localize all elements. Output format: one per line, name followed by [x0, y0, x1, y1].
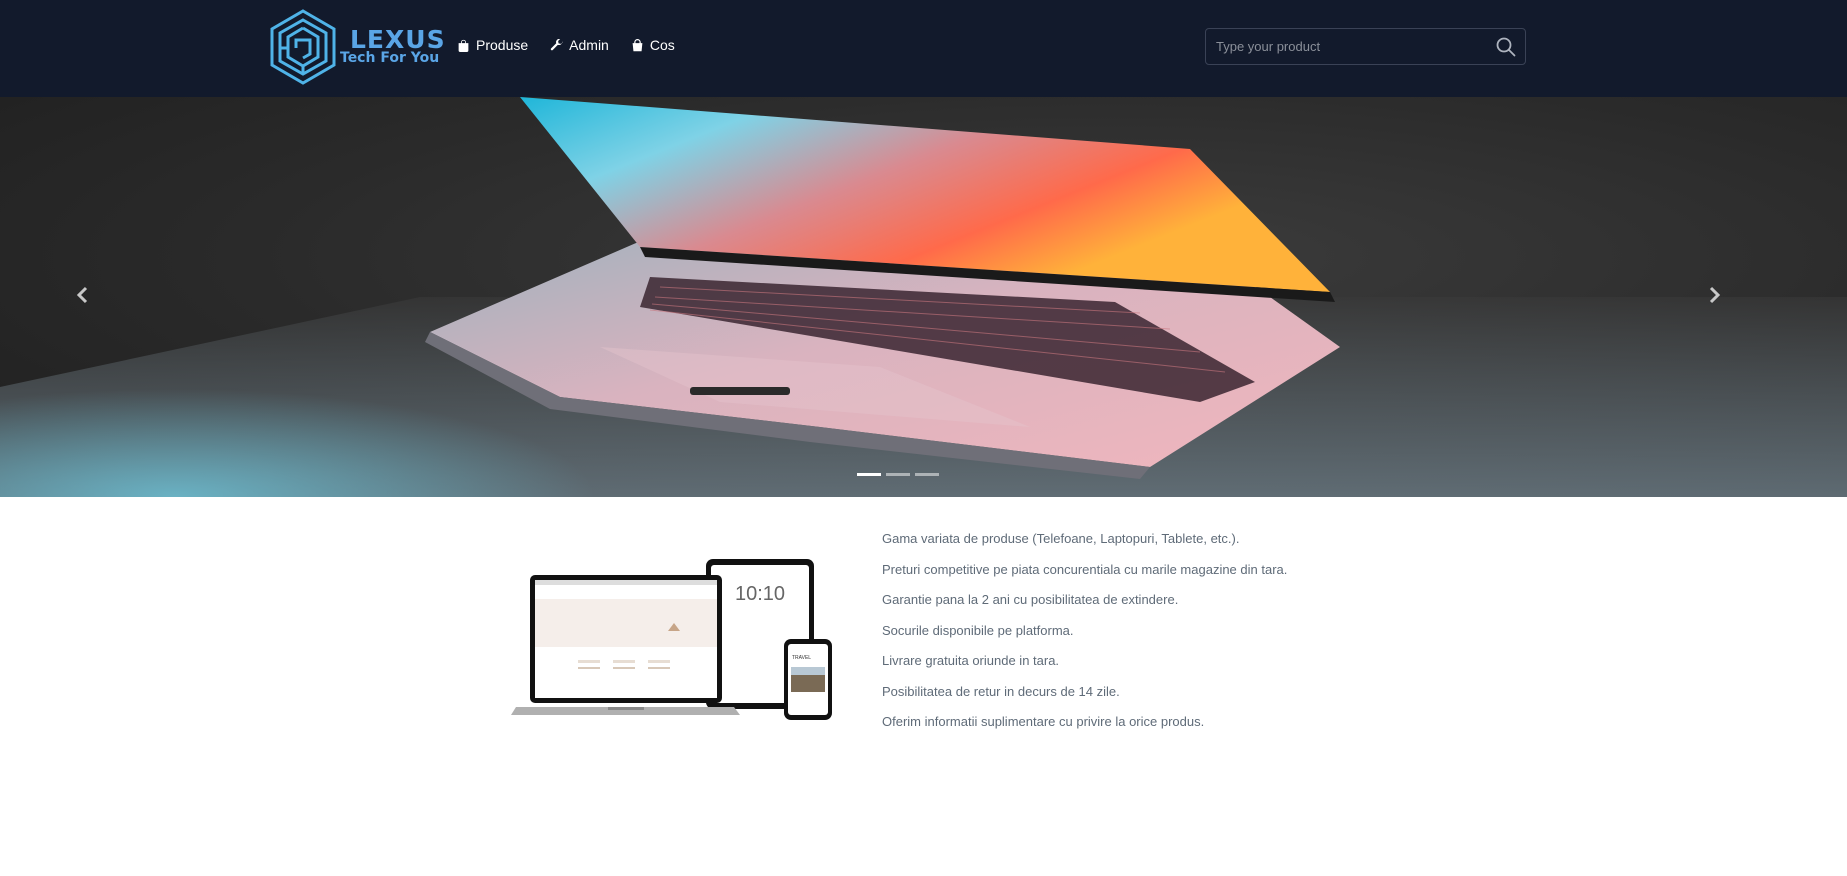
nav-links: Produse Admin Cos [457, 37, 675, 53]
feature-item: Preturi competitive pe piata concurentia… [882, 561, 1288, 577]
feature-item: Socurile disponibile pe platforma. [882, 622, 1074, 638]
nav-item-label: Cos [649, 37, 675, 53]
hexagon-maze-logo [270, 9, 336, 85]
nav-item-cos[interactable]: Cos [631, 37, 675, 53]
devices-illustration: 10:10 TRAVEL [511, 559, 832, 720]
search-box [1205, 28, 1526, 65]
navbar: LEXUS Tech For You Produse Admin Cos [0, 0, 1847, 97]
carousel-next-icon[interactable] [1699, 280, 1729, 310]
feature-item: Posibilitatea de retur in decurs de 14 z… [882, 683, 1120, 699]
nav-item-label: Produse [476, 37, 529, 53]
search-icon[interactable] [1495, 36, 1517, 58]
brand-tagline: Tech For You [340, 50, 440, 66]
carousel-indicator-2[interactable] [886, 473, 910, 476]
carousel-prev-icon[interactable] [68, 280, 98, 310]
wrench-icon [550, 38, 564, 50]
basket-icon [632, 38, 643, 51]
laptop-hero-image [0, 97, 1847, 497]
feature-item: Oferim informatii suplimentare cu privir… [882, 714, 1205, 729]
nav-item-produse[interactable]: Produse [457, 37, 528, 53]
nav-item-admin[interactable]: Admin [550, 37, 609, 53]
nav-item-label: Admin [569, 37, 609, 53]
hero-carousel [0, 97, 1847, 497]
svg-text:TRAVEL: TRAVEL [792, 655, 811, 661]
shopping-bag-icon [458, 39, 469, 52]
carousel-indicators [857, 473, 939, 476]
features-list: Gama variata de produse (Telefoane, Lapt… [882, 529, 1287, 743]
brand-logo-link[interactable]: LEXUS Tech For You [268, 8, 445, 86]
carousel-indicator-3[interactable] [915, 473, 939, 476]
feature-item: Livrare gratuita oriunde in tara. [882, 653, 1060, 668]
tablet-clock: 10:10 [735, 583, 785, 605]
carousel-indicator-1[interactable] [857, 473, 881, 476]
feature-item: Gama variata de produse (Telefoane, Lapt… [882, 531, 1240, 546]
feature-item: Garantie pana la 2 ani cu posibilitatea … [882, 592, 1179, 607]
search-input[interactable] [1206, 29, 1486, 64]
